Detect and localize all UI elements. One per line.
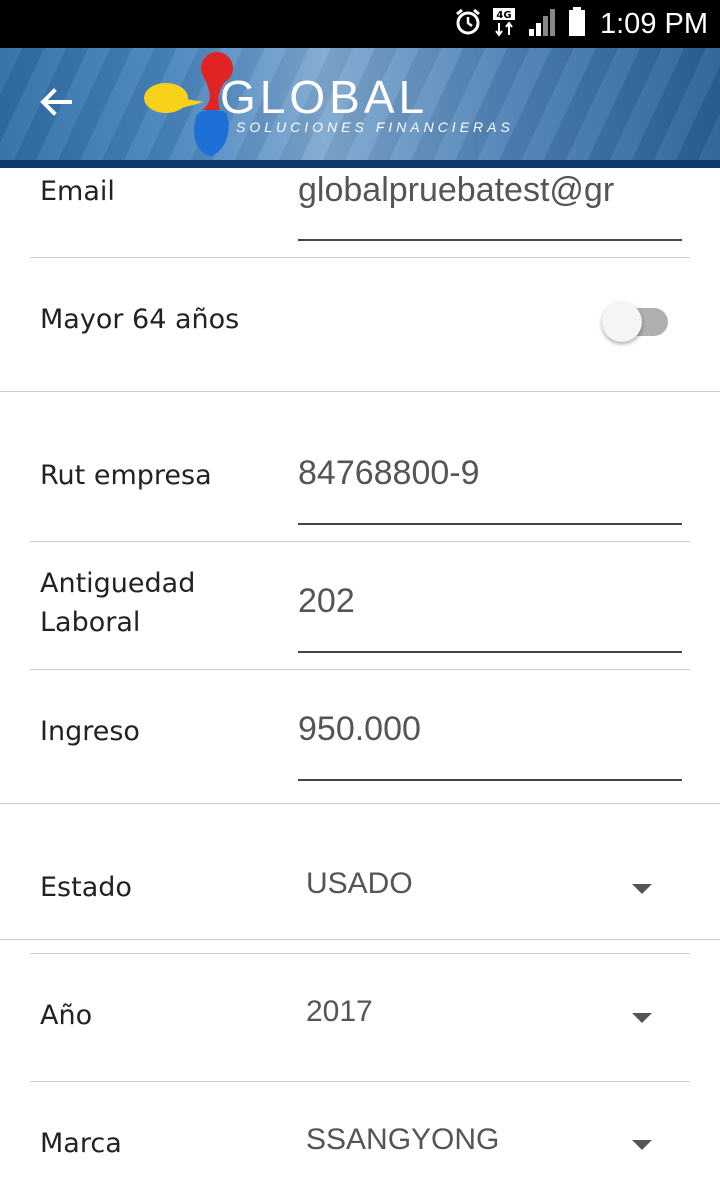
mayor64-label: Mayor 64 años	[40, 304, 240, 335]
rut-empresa-field[interactable]: 84768800-9	[298, 451, 682, 495]
antiguedad-label-line1: Antiguedad	[40, 568, 196, 599]
signal-icon	[528, 7, 558, 41]
chevron-down-icon[interactable]	[632, 1140, 652, 1150]
anio-label: Año	[40, 1000, 93, 1031]
status-icons: 4G 1:09 PM	[454, 0, 708, 48]
email-field[interactable]: globalpruebatest@gr	[298, 168, 682, 212]
status-bar: 4G 1:09 PM	[0, 0, 720, 48]
status-time: 1:09 PM	[600, 7, 708, 40]
ingreso-field[interactable]: 950.000	[298, 707, 682, 751]
mayor64-toggle-thumb[interactable]	[602, 302, 642, 342]
brand-tagline: SOLUCIONES FINANCIERAS	[236, 119, 514, 135]
svg-text:4G: 4G	[496, 10, 511, 21]
antiguedad-field[interactable]: 202	[298, 579, 682, 623]
anio-value[interactable]: 2017	[306, 995, 373, 1029]
email-label: Email	[40, 176, 115, 207]
chevron-down-icon[interactable]	[632, 1013, 652, 1023]
app-header: GLOBAL SOLUCIONES FINANCIERAS	[0, 48, 720, 168]
ingreso-label: Ingreso	[40, 716, 140, 747]
network-4g-icon: 4G	[492, 7, 518, 41]
alarm-icon	[454, 8, 482, 40]
rut-empresa-label: Rut empresa	[40, 460, 212, 491]
back-arrow-icon[interactable]	[36, 82, 76, 122]
chevron-down-icon[interactable]	[632, 884, 652, 894]
estado-label: Estado	[40, 872, 132, 903]
marca-value[interactable]: SSANGYONG	[306, 1123, 499, 1157]
brand-name: GLOBAL	[220, 71, 429, 123]
estado-value[interactable]: USADO	[306, 867, 413, 901]
battery-icon	[568, 7, 586, 41]
marca-label: Marca	[40, 1128, 122, 1159]
antiguedad-label-line2: Laboral	[40, 607, 141, 638]
